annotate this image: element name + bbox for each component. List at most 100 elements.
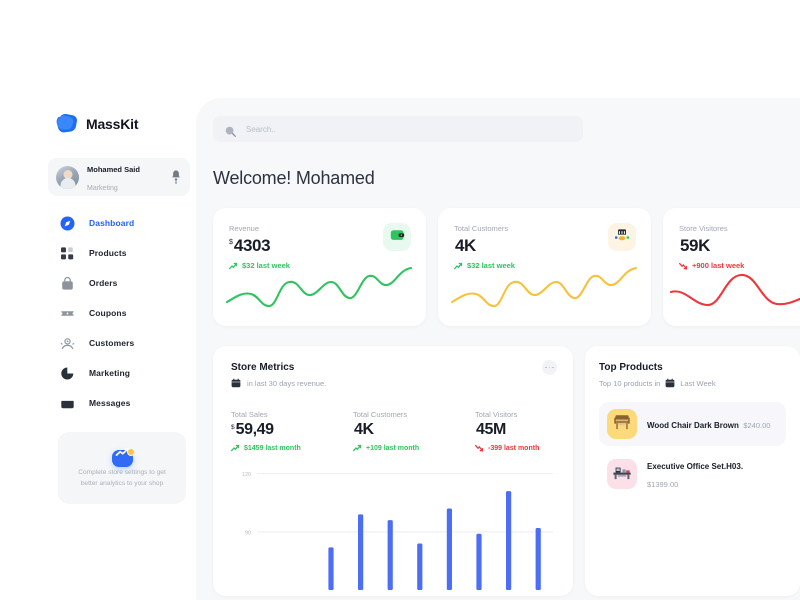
promo-line-1: Complete store settings to get xyxy=(78,469,166,476)
user-profile-card[interactable]: Mohamed Said Marketing xyxy=(48,158,190,196)
metric-label: Total Customers xyxy=(353,410,408,419)
product-name: Wood Chair Dark Brown xyxy=(647,421,739,430)
metric-total-visitors: Total Visitors 45M -399 last month xyxy=(475,410,539,452)
sidebar-item-orders[interactable]: Orders xyxy=(48,268,196,298)
sidebar-item-label: Customers xyxy=(89,338,135,348)
users-icon xyxy=(60,336,75,351)
sidebar-item-label: Products xyxy=(89,248,127,258)
sidebar-item-label: Messages xyxy=(89,398,131,408)
calendar-icon xyxy=(231,378,241,388)
cube-logo-icon xyxy=(56,113,78,134)
user-profile-meta: Mohamed Said Marketing xyxy=(87,159,162,196)
stat-card-revenue[interactable]: Revenue $ 4303 $32 last week xyxy=(213,208,426,326)
stat-card-total-customers[interactable]: Total Customers 4K $32 last week xyxy=(438,208,651,326)
sidebar-item-coupons[interactable]: Coupons xyxy=(48,298,196,328)
metric-value: 45M xyxy=(476,421,506,438)
grid-icon xyxy=(60,246,75,261)
ticket-icon xyxy=(60,306,75,321)
sidebar: MassKit Mohamed Said Marketing Dashboard… xyxy=(0,0,196,600)
stat-card-store-visitors[interactable]: Store Visitores 59K +900 last week xyxy=(663,208,800,326)
stat-card-row: Revenue $ 4303 $32 last week Total Custo… xyxy=(213,208,800,326)
wallet-icon xyxy=(390,228,405,247)
top-products-list: Wood Chair Dark Brown $240.00 Executive … xyxy=(599,402,786,496)
brand-name: MassKit xyxy=(86,115,139,132)
sidebar-item-label: Coupons xyxy=(89,308,127,318)
page-title: Welcome! Mohamed xyxy=(213,168,375,188)
store-metrics-subtitle-text: in last 30 days revenue. xyxy=(247,378,327,388)
main-content: Welcome! Mohamed Revenue $ 4303 $32 last… xyxy=(196,98,800,600)
metric-delta: +109 last month xyxy=(353,444,475,452)
sidebar-item-products[interactable]: Products xyxy=(48,238,196,268)
compass-icon xyxy=(60,216,75,231)
more-dots-icon[interactable] xyxy=(542,360,557,375)
stat-value: 59K xyxy=(680,236,710,255)
user-role: Marketing xyxy=(87,185,118,192)
sidebar-item-customers[interactable]: Customers xyxy=(48,328,196,358)
top-products-period: Last Week xyxy=(680,378,716,388)
customers-sparkline xyxy=(450,266,638,308)
search-icon xyxy=(225,124,236,137)
trend-down-icon xyxy=(475,444,484,452)
sidebar-item-messages[interactable]: Messages xyxy=(48,388,196,418)
sidebar-item-marketing[interactable]: Marketing xyxy=(48,358,196,388)
stat-badge xyxy=(608,223,636,251)
metric-delta-text: $1459 last month xyxy=(244,444,301,452)
product-thumbnail xyxy=(607,459,637,489)
list-item[interactable]: Wood Chair Dark Brown $240.00 xyxy=(599,402,786,446)
store-metrics-values: Total Sales $ 59,49 $1459 last month Tot… xyxy=(231,410,555,452)
product-price: $240.00 xyxy=(743,421,771,430)
metric-delta-text: -399 last month xyxy=(488,444,540,452)
calendar-icon xyxy=(665,378,675,388)
metric-delta-text: +109 last month xyxy=(366,444,420,452)
store-settings-promo[interactable]: Complete store settings to get better an… xyxy=(58,432,186,504)
analytics-icon xyxy=(111,448,133,467)
product-info: Executive Office Set.H03. $1399.00 xyxy=(647,456,778,492)
customers-icon xyxy=(614,228,630,247)
stat-value: 4303 xyxy=(233,236,271,255)
svg-text:120: 120 xyxy=(242,472,251,478)
product-thumbnail xyxy=(607,409,637,439)
sidebar-item-label: Dashboard xyxy=(89,218,135,228)
metric-total-customers: Total Customers 4K +109 last month xyxy=(353,410,475,452)
office-set-icon xyxy=(611,461,633,488)
store-metrics-subtitle: in last 30 days revenue. xyxy=(231,378,555,388)
list-item[interactable]: Executive Office Set.H03. $1399.00 xyxy=(599,452,786,496)
sidebar-nav: Dashboard Products Orders Coupons Custom… xyxy=(48,208,196,418)
product-price: $1399.00 xyxy=(647,480,679,489)
trend-up-icon xyxy=(353,444,362,452)
svg-text:90: 90 xyxy=(245,530,251,536)
promo-line-2: better analytics to your shop xyxy=(80,479,164,487)
metric-delta: -399 last month xyxy=(475,444,539,452)
bag-icon xyxy=(60,276,75,291)
search-input[interactable] xyxy=(246,124,571,134)
user-name: Mohamed Said xyxy=(87,164,140,174)
search-bar[interactable] xyxy=(213,116,583,142)
revenue-sparkline xyxy=(225,266,413,308)
currency-symbol: $ xyxy=(229,239,233,246)
metric-value: 4K xyxy=(354,421,374,438)
product-info: Wood Chair Dark Brown $240.00 xyxy=(647,415,770,433)
top-products-subtitle-prefix: Top 10 products in xyxy=(599,378,661,388)
brand-logo[interactable]: MassKit xyxy=(56,113,138,134)
envelope-icon xyxy=(60,396,75,411)
visitors-sparkline xyxy=(669,273,800,307)
metric-value-row: 4K xyxy=(353,422,475,438)
stat-badge xyxy=(383,223,411,251)
store-metrics-title: Store Metrics xyxy=(231,362,295,373)
top-products-subtitle: Top 10 products in Last Week xyxy=(599,378,786,388)
product-name: Executive Office Set.H03. xyxy=(647,462,744,471)
sidebar-item-label: Marketing xyxy=(89,368,131,378)
sidebar-item-dashboard[interactable]: Dashboard xyxy=(48,208,196,238)
metric-total-sales: Total Sales $ 59,49 $1459 last month xyxy=(231,410,353,452)
top-products-title: Top Products xyxy=(599,362,663,373)
sidebar-item-label: Orders xyxy=(89,278,118,288)
store-metrics-bar-chart: 90 120 xyxy=(242,472,553,590)
top-products-card: Top Products Top 10 products in Last Wee… xyxy=(585,346,800,596)
bell-icon[interactable] xyxy=(170,169,182,185)
metric-value: 59,49 xyxy=(235,421,274,438)
store-metrics-card: Store Metrics in last 30 days revenue. T… xyxy=(213,346,573,596)
pie-chart-icon xyxy=(60,366,75,381)
currency-symbol: $ xyxy=(231,424,235,431)
metric-delta: $1459 last month xyxy=(231,444,353,452)
metric-value-row: 45M xyxy=(475,422,539,438)
